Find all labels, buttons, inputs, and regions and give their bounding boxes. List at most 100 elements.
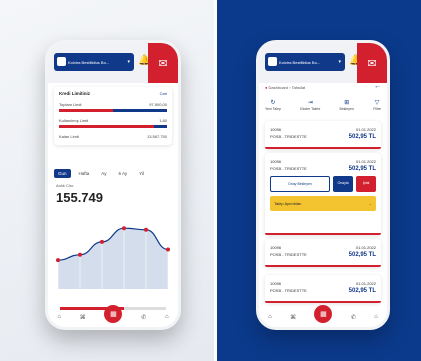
account-name: Kolxtra Bestfiktius Bo... (279, 59, 321, 65)
action-item[interactable]: ⊞ Bekleyen (340, 99, 354, 111)
chevron-down-icon: ▾ (338, 59, 341, 65)
request-details-button[interactable]: Talep Ayrıntıları → (270, 196, 376, 211)
action-label: Bekleyen (339, 107, 354, 111)
tx-date: 01.01.2022 (355, 159, 376, 164)
tx-amount: 502,95 TL (348, 166, 376, 172)
credit-limit-card: Kredi Limitiniz Cari Toplam Limit 97.500,… (54, 87, 172, 145)
action-label: Filtre (373, 107, 381, 111)
tx-date: 01.01.2022 (355, 245, 376, 250)
transaction-card[interactable]: 10096 01.01.2022 POSB - TRIDESTTE 502,95 T… (265, 153, 381, 235)
limit-bar-used (59, 125, 155, 128)
tx-type: POSB - TRIDESTTE (270, 288, 307, 293)
pending-button[interactable]: Onay Bekleyen (270, 176, 330, 192)
bank-icon (268, 57, 277, 66)
tab-period[interactable]: Gun (54, 169, 71, 178)
qr-icon: ▦ (110, 311, 117, 318)
tab-period[interactable]: Hafta (75, 169, 94, 178)
back-arrow-icon[interactable]: ← (374, 83, 381, 90)
action-item[interactable]: ▽ Filtre (373, 99, 381, 111)
chart-point[interactable] (56, 258, 60, 263)
action-icon: ⊞ (344, 100, 350, 106)
tx-id: 10096 (270, 245, 282, 250)
tx-amount: 502,95 TL (348, 252, 376, 258)
chat-icon[interactable]: ✆ (141, 314, 146, 321)
tab-period[interactable]: Yil (135, 169, 148, 178)
action-item[interactable]: ↻ Yeni Talep (265, 99, 281, 111)
bank-nav-icon[interactable]: ⌘ (80, 314, 86, 321)
account-selector[interactable]: Kolxtra Bestfiktius Bo... ▾ (54, 53, 134, 71)
limit-row-value: 1.80 (159, 118, 167, 123)
bank-icon (57, 57, 66, 66)
tx-accent-line (265, 233, 381, 235)
period-tabs: Gun Hafta Ay 6 Ay Yil (54, 169, 172, 178)
tx-accent-line (265, 265, 381, 267)
action-item[interactable]: ⇥ Ekstre Talebi (300, 99, 320, 111)
tx-type: POSB - TRIDESTTE (270, 134, 307, 139)
chart-area (58, 228, 168, 289)
limit-row: Kalan Limit 13.567.750 (59, 134, 167, 139)
bag-icon[interactable]: ⌂ (374, 314, 378, 320)
transaction-card[interactable]: 10096 01.01.2022 POSB - TRIDESTTE 502,95 T… (265, 239, 381, 267)
tx-id: 10096 (270, 159, 282, 164)
tx-type: POSB - TRIDESTTE (270, 166, 307, 171)
bag-icon[interactable]: ⌂ (165, 314, 169, 320)
breadcrumb-root[interactable]: Dashboard (269, 85, 289, 90)
phone-dashboard: Kolxtra Bestfiktius Bo... ▾ 🔔 ✉ Kredi Li… (45, 40, 181, 330)
qr-button[interactable]: ▦ (314, 305, 333, 323)
chart-point[interactable] (78, 252, 82, 257)
account-name: Kolxtra Bestfiktius Bo... (68, 59, 110, 65)
mail-button[interactable]: ✉ (148, 43, 178, 83)
phone-transactions: Kolxtra Bestfiktius Bo... ▾ 🔔 ✉ ● Dashbo… (256, 40, 390, 330)
limit-link[interactable]: Cari (160, 91, 167, 96)
breadcrumb-dot-icon: ● (265, 85, 268, 90)
bottom-nav: ⌂ ⌘ ▦ ✆ ⌂ (259, 305, 387, 327)
transaction-card[interactable]: 10096 01.01.2022 POSB - TRIDESTTE 502,95 T… (265, 275, 381, 303)
limit-bar-used (59, 109, 113, 112)
qr-icon: ▦ (320, 311, 327, 318)
action-label: Ekstre Talebi (300, 107, 321, 111)
breadcrumb: ● Dashboard › Tahsilat (265, 85, 306, 90)
sales-chart (56, 226, 170, 289)
top-bar: Kolxtra Bestfiktius Bo... ▾ 🔔 ✉ (48, 43, 178, 83)
action-icon: ↻ (270, 100, 276, 106)
bank-nav-icon[interactable]: ⌘ (290, 314, 296, 321)
action-bar: ↻ Yeni Talep ⇥ Ekstre Talebi ⊞ Bekleyen ▽ Filtr… (265, 99, 381, 111)
approve-button[interactable]: Onayla (333, 176, 353, 192)
transaction-card[interactable]: 10096 01.01.2022 POSB - TRIDESTTE 502,95 T… (265, 121, 381, 149)
request-details-label: Talep Ayrıntıları (274, 201, 302, 206)
home-icon[interactable]: ⌂ (268, 314, 272, 320)
action-label: Yeni Talep (265, 107, 281, 111)
tx-amount: 502,95 TL (348, 288, 376, 294)
bottom-nav: ⌂ ⌘ ▦ ✆ ⌂ (48, 305, 178, 327)
tab-period[interactable]: Ay (97, 169, 110, 178)
tx-accent-line (265, 147, 381, 149)
chart-point[interactable] (122, 226, 126, 231)
limit-bar-remaining (154, 125, 167, 128)
chart-point[interactable] (100, 239, 104, 244)
limit-bar (59, 109, 167, 112)
action-icon: ⇥ (307, 100, 313, 106)
action-icon: ▽ (374, 100, 380, 106)
chart-point[interactable] (166, 247, 170, 252)
tab-period[interactable]: 6 Ay (114, 169, 131, 178)
limit-row-value: 97.500,00 (149, 102, 167, 107)
tx-accent-line (265, 301, 381, 303)
mail-button[interactable]: ✉ (357, 43, 387, 83)
arrow-right-icon: → (368, 201, 372, 206)
limit-row-label: Kalan Limit (59, 134, 79, 139)
limit-bar-remaining (113, 109, 167, 112)
cancel-button[interactable]: İptal (356, 176, 376, 192)
limit-row-label: Toplam Limit (59, 102, 82, 107)
qr-button[interactable]: ▦ (104, 305, 123, 323)
limit-row-value: 13.567.750 (146, 134, 167, 139)
account-selector[interactable]: Kolxtra Bestfiktius Bo... ▾ (265, 53, 345, 71)
chart-point[interactable] (144, 227, 148, 232)
chat-icon[interactable]: ✆ (351, 314, 356, 321)
mail-icon: ✉ (367, 57, 377, 70)
chevron-down-icon: ▾ (127, 59, 130, 65)
tx-date: 01.01.2022 (355, 281, 376, 286)
tx-id: 10096 (270, 281, 282, 286)
home-icon[interactable]: ⌂ (57, 314, 61, 320)
tx-date: 01.01.2022 (355, 127, 376, 132)
breadcrumb-current: Tahsilat (291, 85, 306, 90)
